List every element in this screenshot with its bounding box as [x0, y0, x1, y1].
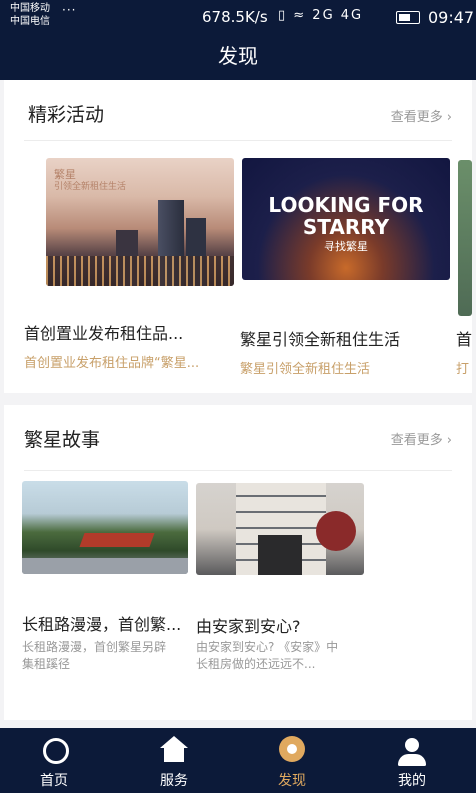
discover-icon [279, 736, 305, 762]
signal-icons: ▯ ≈ 2G 4G [278, 8, 364, 23]
house-icon-body [164, 748, 184, 762]
chevron-right-icon: › [446, 110, 452, 125]
clock: 09:47 [428, 8, 475, 27]
more-label: 查看更多 [390, 110, 443, 125]
planet-icon [43, 738, 69, 764]
chevron-right-icon: › [446, 433, 452, 448]
story-card-subtitle-1: 长租路漫漫，首创繁星另辟集租蹊径 [22, 640, 167, 671]
activities-section: 精彩活动 查看更多 › 繁星 引领全新租住生活 首创置业发布租住品... 首创置业… [4, 80, 472, 393]
activities-title: 精彩活动 [28, 104, 105, 126]
carrier-label-2: 中国电信 [10, 16, 50, 27]
stories-title: 繁星故事 [24, 429, 101, 451]
sculpture-shape [79, 533, 155, 547]
page-title: 发现 [218, 44, 258, 68]
tab-service[interactable]: 服务 [134, 728, 214, 793]
story-card-title-1[interactable]: 长租路漫漫，首创繁... [22, 611, 190, 635]
road-shape [22, 558, 188, 574]
tab-label: 服务 [160, 773, 188, 789]
image-caption-2: 引领全新租住生活 [54, 182, 127, 192]
activities-more-link[interactable]: 查看更多 › [391, 106, 452, 125]
stories-more-link[interactable]: 查看更多 › [391, 429, 452, 448]
city-lights [46, 256, 234, 286]
battery-icon [396, 11, 420, 24]
activity-card-title-1[interactable]: 首创置业发布租住品... [24, 320, 224, 344]
more-dots-icon: ··· [62, 3, 77, 17]
activity-card-subtitle-2: 繁星引领全新租住生活 [240, 362, 371, 377]
activity-card-image-2[interactable]: LOOKING FOR STARRY 寻找繁星 [242, 158, 450, 280]
tab-home[interactable]: 首页 [14, 728, 94, 793]
status-bar: 中国移动 中国电信 ··· 678.5K/s ▯ ≈ 2G 4G 09:47 [0, 0, 476, 36]
activity-card-subtitle-3: 打 [456, 362, 470, 377]
house-icon [160, 736, 188, 748]
more-label: 查看更多 [390, 433, 443, 448]
activity-card-title-2[interactable]: 繁星引领全新租住生活 [240, 326, 440, 350]
carrier-label-1: 中国移动 [10, 3, 50, 14]
activity-card-image-1[interactable]: 繁星 引领全新租住生活 [46, 158, 234, 286]
divider [24, 470, 452, 471]
story-card-subtitle-2: 由安家到安心? 《安家》中长租房做的还远远不... [196, 640, 339, 671]
activity-card-subtitle-1: 首创置业发布租住品牌“繁星... [24, 356, 200, 371]
activity-card-image-3[interactable] [458, 160, 472, 316]
tab-label: 发现 [278, 773, 306, 789]
page-header: 发现 [0, 36, 476, 80]
story-card-image-1[interactable] [22, 481, 188, 574]
image-headline-1: LOOKING FOR [268, 193, 424, 217]
entrance-shape [258, 535, 302, 575]
story-card-title-2[interactable]: 由安家到安心? [196, 613, 364, 637]
network-speed: 678.5K/s [202, 8, 268, 26]
user-icon-body [398, 754, 426, 766]
divider [24, 140, 452, 141]
tab-label: 首页 [40, 773, 68, 789]
tab-label: 我的 [398, 773, 426, 789]
bottom-tab-bar: 首页 服务 发现 我的 [0, 728, 476, 793]
user-icon [405, 738, 419, 752]
image-caption: 寻找繁星 [324, 240, 368, 253]
image-headline-2: STARRY [302, 215, 390, 239]
tree-shape [316, 511, 356, 551]
stories-section: 繁星故事 查看更多 › 长租路漫漫，首创繁... 长租路漫漫，首创繁星另辟集租蹊径… [4, 405, 472, 720]
tab-mine[interactable]: 我的 [372, 728, 452, 793]
tab-discover[interactable]: 发现 [252, 728, 332, 793]
activity-card-title-3[interactable]: 首 [456, 326, 472, 350]
story-card-image-2[interactable] [196, 483, 364, 575]
